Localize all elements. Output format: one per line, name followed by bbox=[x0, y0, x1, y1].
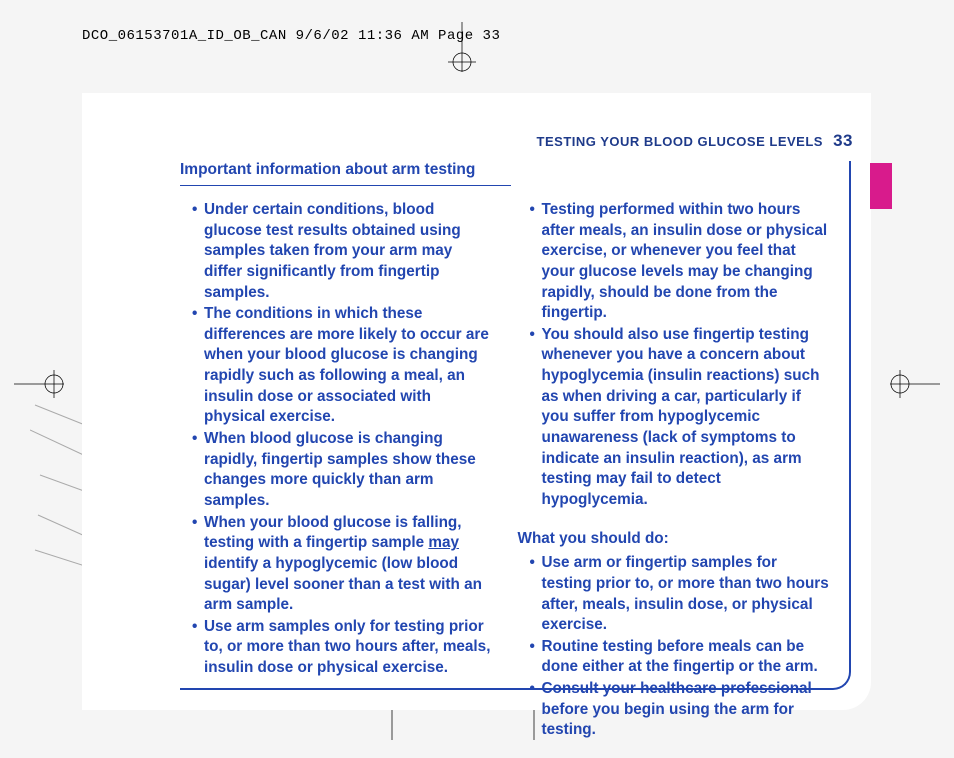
list-item: Use arm samples only for testing prior t… bbox=[192, 617, 494, 679]
list-item: When blood glucose is changing rapidly, … bbox=[192, 429, 494, 512]
running-header-text: TESTING YOUR BLOOD GLUCOSE LEVELS bbox=[537, 134, 823, 149]
subheading: What you should do: bbox=[518, 529, 832, 550]
list-item: You should also use fingertip testing wh… bbox=[530, 325, 832, 511]
content-box: Important information about arm testing … bbox=[180, 161, 851, 690]
section-title: Important information about arm testing bbox=[180, 161, 511, 186]
left-column: Under certain conditions, blood glucose … bbox=[180, 200, 494, 742]
page-card: TESTING YOUR BLOOD GLUCOSE LEVELS 33 Imp… bbox=[82, 93, 871, 710]
printer-crop-header: DCO_06153701A_ID_OB_CAN 9/6/02 11:36 AM … bbox=[82, 28, 500, 44]
page-number: 33 bbox=[833, 131, 853, 150]
crop-mark-left bbox=[14, 370, 76, 398]
underline-may: may bbox=[428, 534, 459, 551]
list-item: Routine testing before meals can be done… bbox=[530, 637, 832, 678]
list-item: Consult your healthcare professional bef… bbox=[530, 679, 832, 741]
list-item: When your blood glucose is falling, test… bbox=[192, 513, 494, 616]
crop-mark-right bbox=[878, 370, 940, 398]
list-item: The conditions in which these difference… bbox=[192, 304, 494, 428]
section-tab bbox=[870, 163, 892, 209]
list-item: Testing performed within two hours after… bbox=[530, 200, 832, 324]
list-item: Use arm or fingertip samples for testing… bbox=[530, 553, 832, 636]
running-header: TESTING YOUR BLOOD GLUCOSE LEVELS 33 bbox=[180, 131, 853, 151]
crop-mark-top bbox=[448, 22, 476, 84]
list-item: Under certain conditions, blood glucose … bbox=[192, 200, 494, 303]
right-column: Testing performed within two hours after… bbox=[518, 200, 832, 742]
